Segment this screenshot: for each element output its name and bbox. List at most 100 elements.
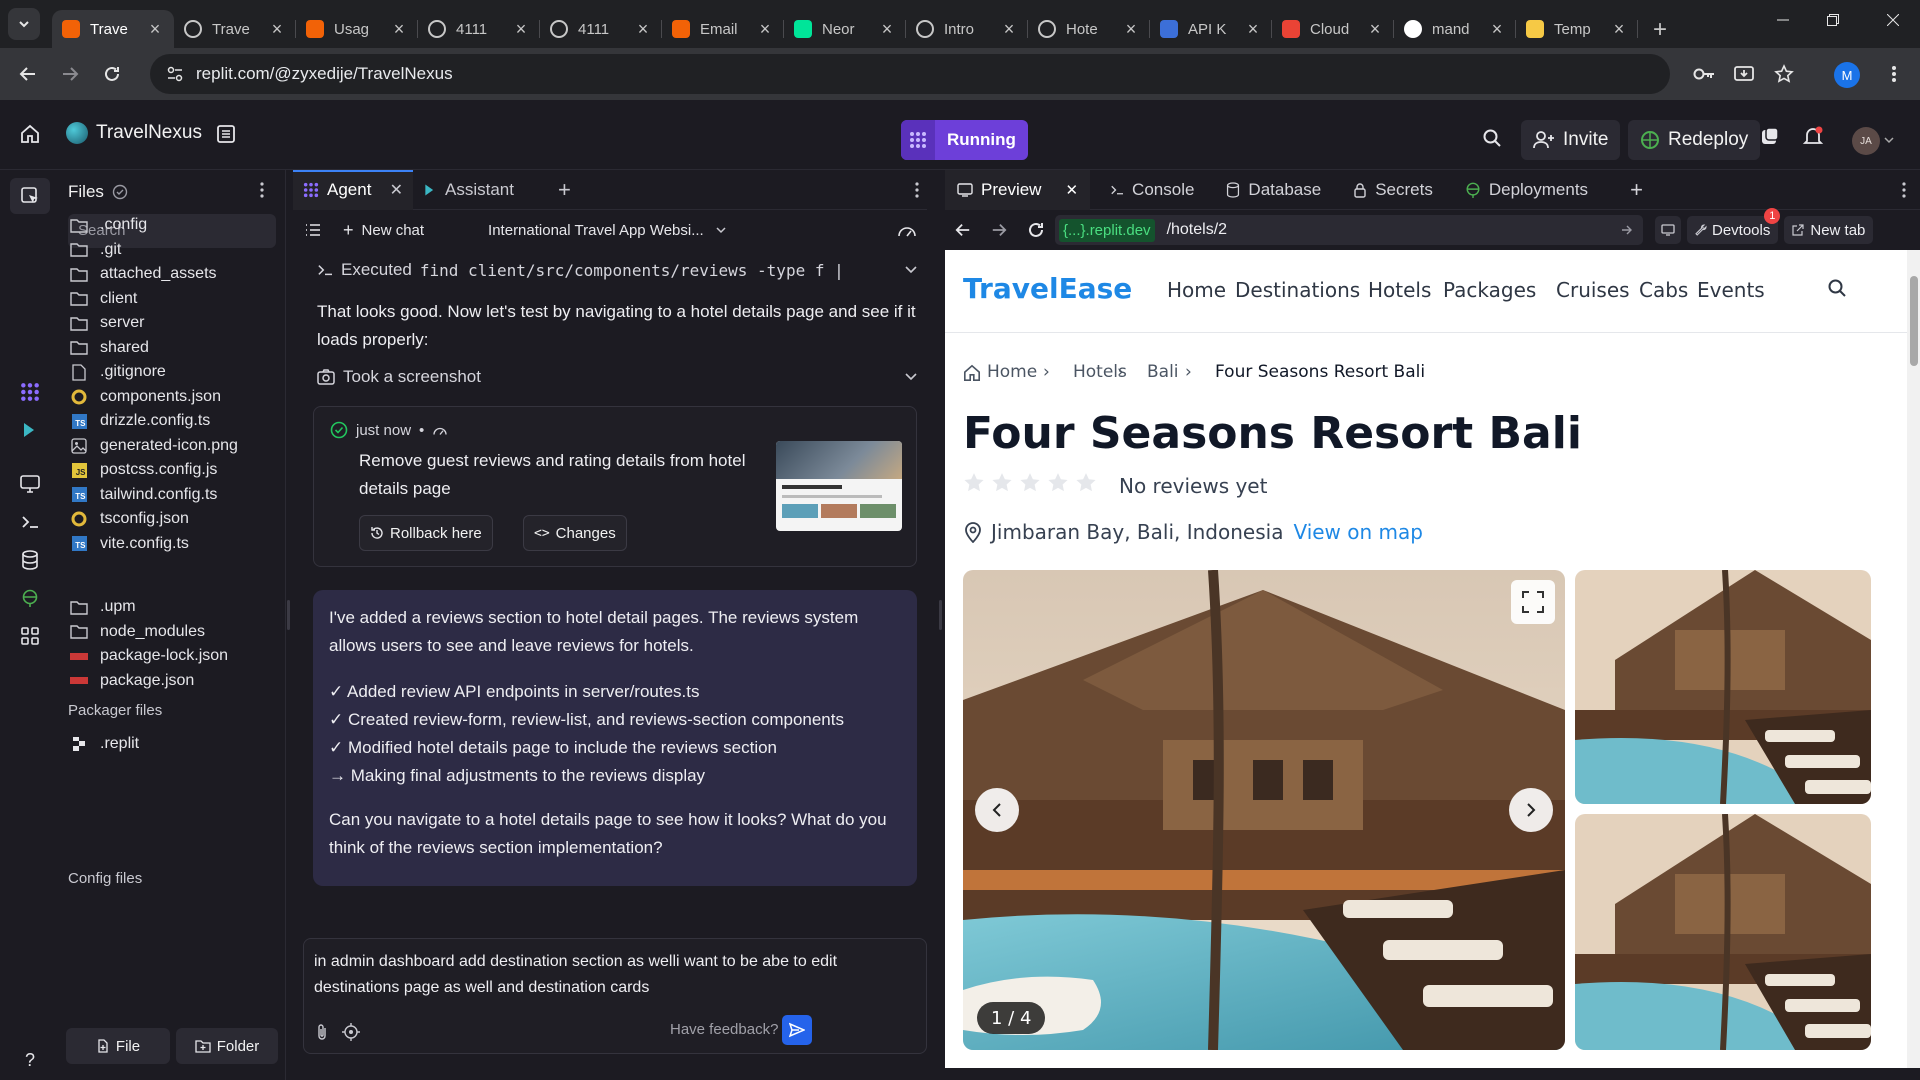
site-search-button[interactable] xyxy=(1827,278,1847,298)
scrollbar-thumb[interactable] xyxy=(1910,276,1918,366)
screenshot-step-row[interactable]: Took a screenshot xyxy=(317,362,917,392)
files-menu-button[interactable] xyxy=(260,182,264,198)
checkpoint-screenshot-thumbnail[interactable] xyxy=(776,441,902,531)
multiplayer-button[interactable] xyxy=(1760,127,1780,147)
nav-link-hotels[interactable]: Hotels xyxy=(1368,278,1431,302)
main-hotel-photo[interactable]: 1 / 4 xyxy=(963,570,1565,1050)
help-button[interactable]: ? xyxy=(18,1048,42,1072)
view-on-map-link[interactable]: View on map xyxy=(1293,520,1423,544)
gallery-thumbnail[interactable] xyxy=(1575,570,1871,804)
browser-tab[interactable]: Cloud × xyxy=(1272,10,1394,48)
close-tab-icon[interactable]: × xyxy=(146,19,164,39)
close-tab-icon[interactable]: × xyxy=(634,19,652,39)
tab-console[interactable]: Console xyxy=(1098,170,1206,210)
preview-menu-button[interactable] xyxy=(1902,181,1906,198)
nav-link-cruises[interactable]: Cruises xyxy=(1556,278,1630,302)
nav-link-cabs[interactable]: Cabs xyxy=(1639,278,1688,302)
browser-menu-button[interactable] xyxy=(1878,58,1910,90)
browser-tab[interactable]: 4111 × xyxy=(540,10,662,48)
tab-agent[interactable]: Agent ✕ xyxy=(293,169,413,210)
nav-link-home[interactable]: Home xyxy=(1167,278,1226,302)
send-button[interactable] xyxy=(782,1015,812,1045)
deployments-tool-button[interactable] xyxy=(18,586,42,610)
nav-link-destinations[interactable]: Destinations xyxy=(1235,278,1360,302)
tab-preview[interactable]: Preview ✕ xyxy=(945,169,1091,210)
home-button[interactable] xyxy=(20,124,40,144)
close-tab-icon[interactable]: × xyxy=(1244,19,1262,39)
password-key-button[interactable] xyxy=(1688,58,1720,90)
chat-selector[interactable]: International Travel App Websi... xyxy=(488,222,726,239)
shell-tool-button[interactable] xyxy=(18,510,42,534)
close-tab-icon[interactable]: × xyxy=(268,19,286,39)
browser-tab[interactable]: Email × xyxy=(662,10,784,48)
browser-tab[interactable]: Neor × xyxy=(784,10,906,48)
tab-deployments[interactable]: Deployments xyxy=(1453,170,1600,210)
browser-tab[interactable]: Usag × xyxy=(296,10,418,48)
gallery-prev-button[interactable] xyxy=(975,788,1019,832)
close-tab-icon[interactable]: × xyxy=(512,19,530,39)
forward-button[interactable] xyxy=(52,56,88,92)
browser-tab[interactable]: Hote × xyxy=(1028,10,1150,48)
agent-menu-button[interactable] xyxy=(915,181,919,198)
panel-resize-handle[interactable] xyxy=(287,600,290,630)
browser-tab[interactable]: Intro × xyxy=(906,10,1028,48)
usage-gauge-button[interactable] xyxy=(897,222,917,238)
assistant-tool-button[interactable] xyxy=(18,418,42,442)
webview-tool-button[interactable] xyxy=(18,472,42,496)
close-tab-icon[interactable]: × xyxy=(1122,19,1140,39)
nav-link-packages[interactable]: Packages xyxy=(1443,278,1536,302)
bookmark-button[interactable] xyxy=(1768,58,1800,90)
close-icon[interactable]: ✕ xyxy=(390,180,403,200)
breadcrumb-link[interactable]: Home xyxy=(987,362,1037,382)
account-menu-button[interactable] xyxy=(1884,136,1894,144)
attach-button[interactable] xyxy=(314,1023,330,1041)
gallery-thumbnail[interactable] xyxy=(1575,814,1871,1050)
install-app-button[interactable] xyxy=(1728,58,1760,90)
add-tab-button[interactable]: + xyxy=(548,170,581,210)
browser-tab[interactable]: Trave × xyxy=(174,10,296,48)
close-tab-icon[interactable]: × xyxy=(390,19,408,39)
tab-secrets[interactable]: Secrets xyxy=(1341,170,1445,210)
new-file-button[interactable]: File xyxy=(66,1028,170,1064)
invite-button[interactable]: Invite xyxy=(1521,120,1621,160)
close-tab-icon[interactable]: × xyxy=(756,19,774,39)
database-tool-button[interactable] xyxy=(18,548,42,572)
close-tab-icon[interactable]: × xyxy=(878,19,896,39)
file-item[interactable]: package.json xyxy=(70,667,194,695)
search-button[interactable] xyxy=(1482,128,1502,148)
changes-button[interactable]: <> Changes xyxy=(523,515,627,551)
browser-tab[interactable]: Temp × xyxy=(1516,10,1638,48)
preview-url-input[interactable]: {...}.replit.dev /hotels/2 xyxy=(1055,215,1643,245)
close-window-button[interactable] xyxy=(1866,0,1920,40)
file-item[interactable]: .replit xyxy=(70,730,139,758)
tab-database[interactable]: Database xyxy=(1214,170,1333,210)
minimize-button[interactable] xyxy=(1756,0,1810,40)
device-toggle-button[interactable] xyxy=(1655,216,1681,244)
tab-assistant[interactable]: Assistant xyxy=(413,170,524,210)
browser-tab[interactable]: Trave × xyxy=(52,10,174,48)
devtools-button[interactable]: Devtools 1 xyxy=(1687,208,1781,244)
fullscreen-button[interactable] xyxy=(1511,580,1555,624)
project-info-button[interactable] xyxy=(216,124,236,144)
rollback-button[interactable]: Rollback here xyxy=(359,515,493,551)
preview-reload-button[interactable] xyxy=(1027,221,1045,239)
close-tab-icon[interactable]: × xyxy=(1610,19,1628,39)
all-tools-button[interactable] xyxy=(18,624,42,648)
browser-tab[interactable]: API K × xyxy=(1150,10,1272,48)
agent-tool-button[interactable] xyxy=(18,380,42,404)
preview-forward-button[interactable] xyxy=(991,222,1007,238)
feedback-link[interactable]: Have feedback? xyxy=(670,1021,778,1038)
open-new-tab-button[interactable]: New tab xyxy=(1784,216,1874,244)
restore-button[interactable] xyxy=(1806,0,1860,40)
notifications-button[interactable] xyxy=(1802,126,1824,148)
address-bar[interactable]: replit.com/@zyxedije/TravelNexus xyxy=(150,54,1670,94)
new-chat-button[interactable]: + New chat xyxy=(343,220,424,241)
close-tab-icon[interactable]: × xyxy=(1366,19,1384,39)
preview-back-button[interactable] xyxy=(955,222,971,238)
user-avatar[interactable]: JA xyxy=(1852,127,1880,155)
files-tool-button[interactable] xyxy=(10,178,50,214)
close-tab-icon[interactable]: × xyxy=(1000,19,1018,39)
panel-resize-handle[interactable] xyxy=(939,600,942,630)
profile-avatar[interactable]: M xyxy=(1834,62,1860,88)
tab-search-button[interactable] xyxy=(8,8,40,40)
